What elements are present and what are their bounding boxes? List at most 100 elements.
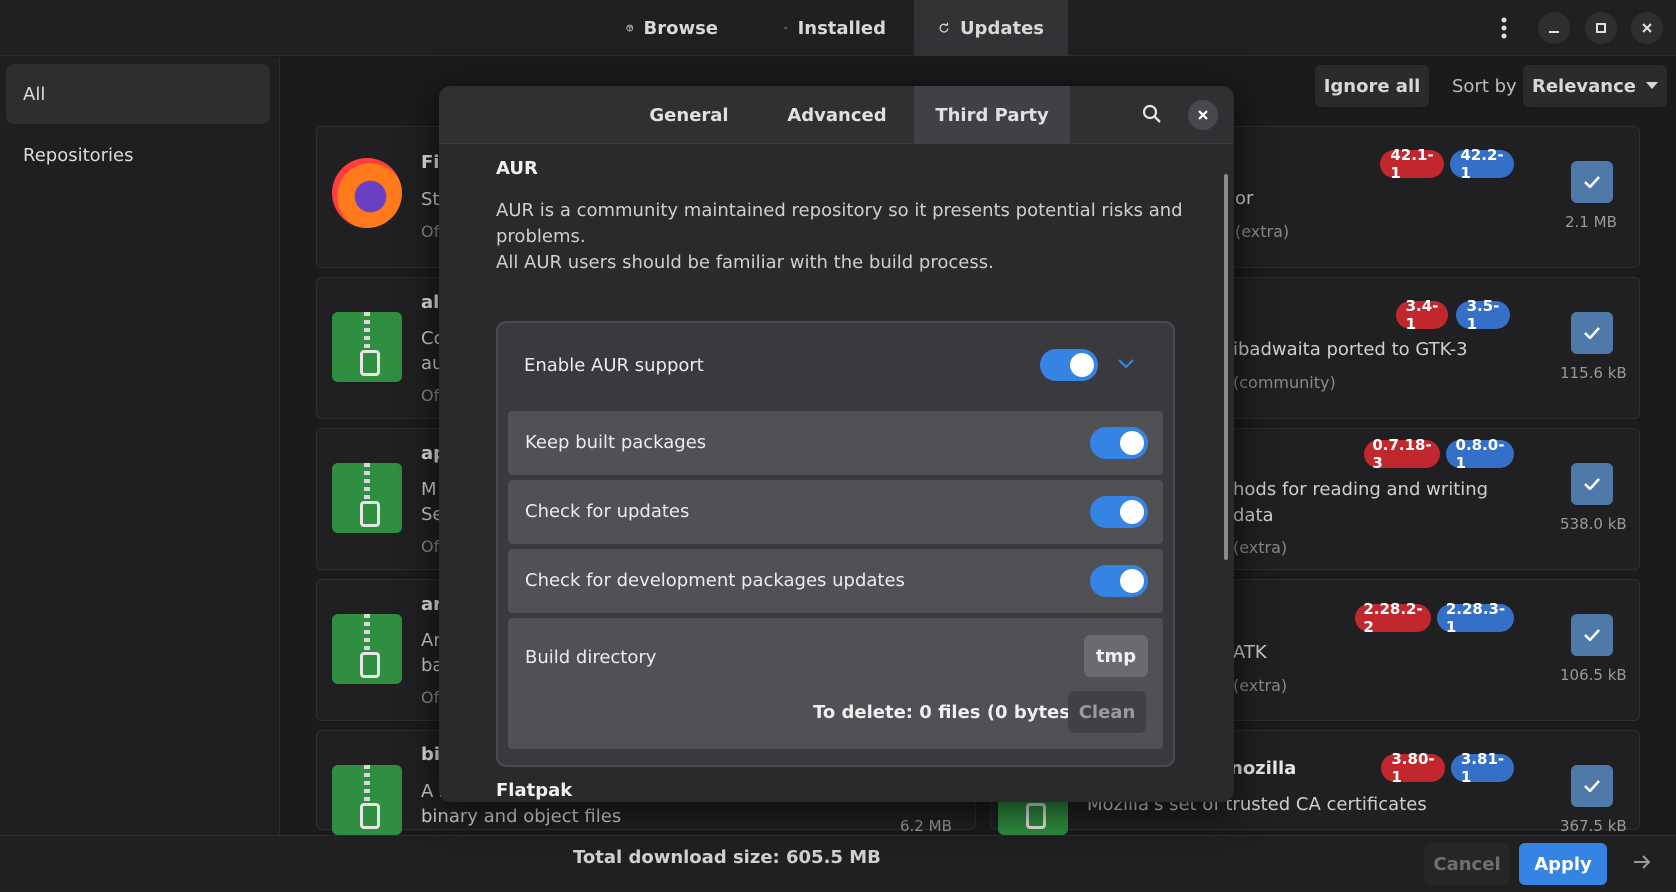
sort-value: Relevance <box>1531 75 1637 97</box>
package-desc: ATK <box>1233 642 1267 663</box>
package-size: 2.1 MB <box>1565 213 1617 231</box>
chevron-down-icon[interactable] <box>1118 359 1134 369</box>
check-updates-row: Check for updates <box>508 480 1163 544</box>
new-version-badge: 3.81-1 <box>1451 750 1514 786</box>
enable-aur-switch[interactable] <box>1040 349 1098 381</box>
search-button[interactable] <box>1142 104 1162 128</box>
sidebar-item-label: All <box>23 83 46 105</box>
tab-advanced[interactable]: Advanced <box>769 86 905 144</box>
tab-installed-label: Installed <box>797 17 886 39</box>
aur-description: problems. <box>496 226 586 247</box>
check-updates-label: Check for updates <box>525 501 690 522</box>
clean-label: Clean <box>1078 701 1136 723</box>
package-repo: Of <box>421 386 440 405</box>
dropdown-arrow-icon <box>1646 82 1659 89</box>
refresh-icon <box>939 22 949 33</box>
sort-by-label: Sort by <box>1452 76 1517 97</box>
package-archive-icon <box>332 765 402 835</box>
package-size: 106.5 kB <box>1560 666 1627 684</box>
maximize-icon <box>1596 23 1606 33</box>
keep-built-packages-row: Keep built packages <box>508 411 1163 475</box>
new-version-badge: 42.2-1 <box>1450 146 1514 182</box>
package-archive-icon <box>332 312 402 382</box>
tab-browse[interactable]: Browse <box>602 0 742 56</box>
package-size: 6.2 MB <box>900 817 952 835</box>
cancel-button[interactable]: Cancel <box>1424 843 1510 885</box>
package-repo: (community) <box>1233 373 1336 392</box>
package-desc: or <box>1235 188 1254 209</box>
sidebar-item-label: Repositories <box>23 144 134 166</box>
ignore-all-button[interactable]: Ignore all <box>1315 65 1429 107</box>
apply-button[interactable]: Apply <box>1519 843 1607 885</box>
dialog-body: AUR AUR is a community maintained reposi… <box>439 144 1234 802</box>
package-desc: St <box>421 189 440 210</box>
package-repo: Of <box>421 537 440 556</box>
ignore-all-label: Ignore all <box>1323 75 1421 97</box>
dialog-scrollbar[interactable] <box>1224 174 1228 560</box>
old-version-badge: 2.28.2-2 <box>1355 600 1431 636</box>
to-delete-info: To delete: 0 files (0 bytes) <box>813 702 1078 723</box>
build-directory-label: Build directory <box>525 647 657 668</box>
package-repo: (extra) <box>1233 538 1288 557</box>
keep-built-packages-switch[interactable] <box>1090 427 1148 459</box>
list-icon <box>784 26 788 29</box>
check-icon <box>1584 176 1600 188</box>
tab-updates[interactable]: Updates <box>914 0 1068 56</box>
package-repo: Of <box>421 222 440 241</box>
update-checkbox[interactable] <box>1571 463 1613 505</box>
package-desc: M <box>421 479 437 500</box>
check-dev-updates-row: Check for development packages updates <box>508 549 1163 613</box>
build-directory-button[interactable]: tmp <box>1084 635 1148 677</box>
dialog-header: General Advanced Third Party <box>439 86 1234 144</box>
update-checkbox[interactable] <box>1571 765 1613 807</box>
package-repo: (extra) <box>1235 222 1290 241</box>
arrow-right-icon <box>1634 855 1651 869</box>
minimize-button[interactable] <box>1538 12 1570 44</box>
check-icon <box>1584 327 1600 339</box>
package-size: 115.6 kB <box>1560 364 1627 382</box>
old-version-badge: 42.1-1 <box>1380 146 1444 182</box>
sidebar-item-all[interactable]: All <box>6 64 270 124</box>
close-dialog-button[interactable] <box>1188 100 1218 130</box>
kebab-menu-icon <box>1501 17 1507 39</box>
sidebar-item-repositories[interactable]: Repositories <box>6 125 270 185</box>
package-name: bi <box>421 744 441 765</box>
tab-installed[interactable]: Installed <box>760 0 910 56</box>
details-arrow-button[interactable] <box>1633 854 1651 874</box>
maximize-button[interactable] <box>1585 12 1617 44</box>
aur-description: All AUR users should be familiar with th… <box>496 252 994 273</box>
new-version-badge: 2.28.3-1 <box>1437 600 1514 636</box>
aur-section-title: AUR <box>496 158 538 179</box>
build-directory-row: Build directory tmp To delete: 0 files (… <box>508 618 1163 749</box>
package-desc: Ar <box>421 630 441 651</box>
update-checkbox[interactable] <box>1571 614 1613 656</box>
flatpak-section-title: Flatpak <box>496 780 573 801</box>
bottom-bar: Total download size: 605.5 MB Cancel App… <box>0 835 1676 892</box>
cancel-label: Cancel <box>1433 853 1501 875</box>
check-dev-updates-switch[interactable] <box>1090 565 1148 597</box>
to-delete-files: 0 files <box>919 702 981 723</box>
package-desc: binary and object files <box>421 806 622 827</box>
build-directory-value: tmp <box>1095 645 1137 667</box>
keep-built-packages-label: Keep built packages <box>525 432 707 453</box>
package-name: nozilla <box>1230 758 1297 779</box>
package-name: Fi <box>421 152 440 173</box>
package-repo: Of <box>421 688 440 707</box>
sort-dropdown[interactable]: Relevance <box>1523 65 1667 107</box>
check-updates-switch[interactable] <box>1090 496 1148 528</box>
menu-button[interactable] <box>1488 12 1520 44</box>
tab-third-party[interactable]: Third Party <box>914 86 1070 144</box>
tab-advanced-label: Advanced <box>787 104 887 126</box>
clean-button[interactable]: Clean <box>1068 691 1146 733</box>
check-dev-updates-label: Check for development packages updates <box>525 570 905 591</box>
to-delete-bytes: (0 bytes) <box>986 702 1079 723</box>
firefox-icon <box>332 158 402 228</box>
new-version-badge: 0.8.0-1 <box>1446 436 1514 472</box>
close-window-button[interactable] <box>1631 12 1663 44</box>
old-version-badge: 3.4-1 <box>1396 297 1448 333</box>
apply-label: Apply <box>1534 853 1592 875</box>
search-icon <box>1142 104 1161 123</box>
tab-general[interactable]: General <box>629 86 749 144</box>
update-checkbox[interactable] <box>1571 312 1613 354</box>
update-checkbox[interactable] <box>1571 161 1613 203</box>
